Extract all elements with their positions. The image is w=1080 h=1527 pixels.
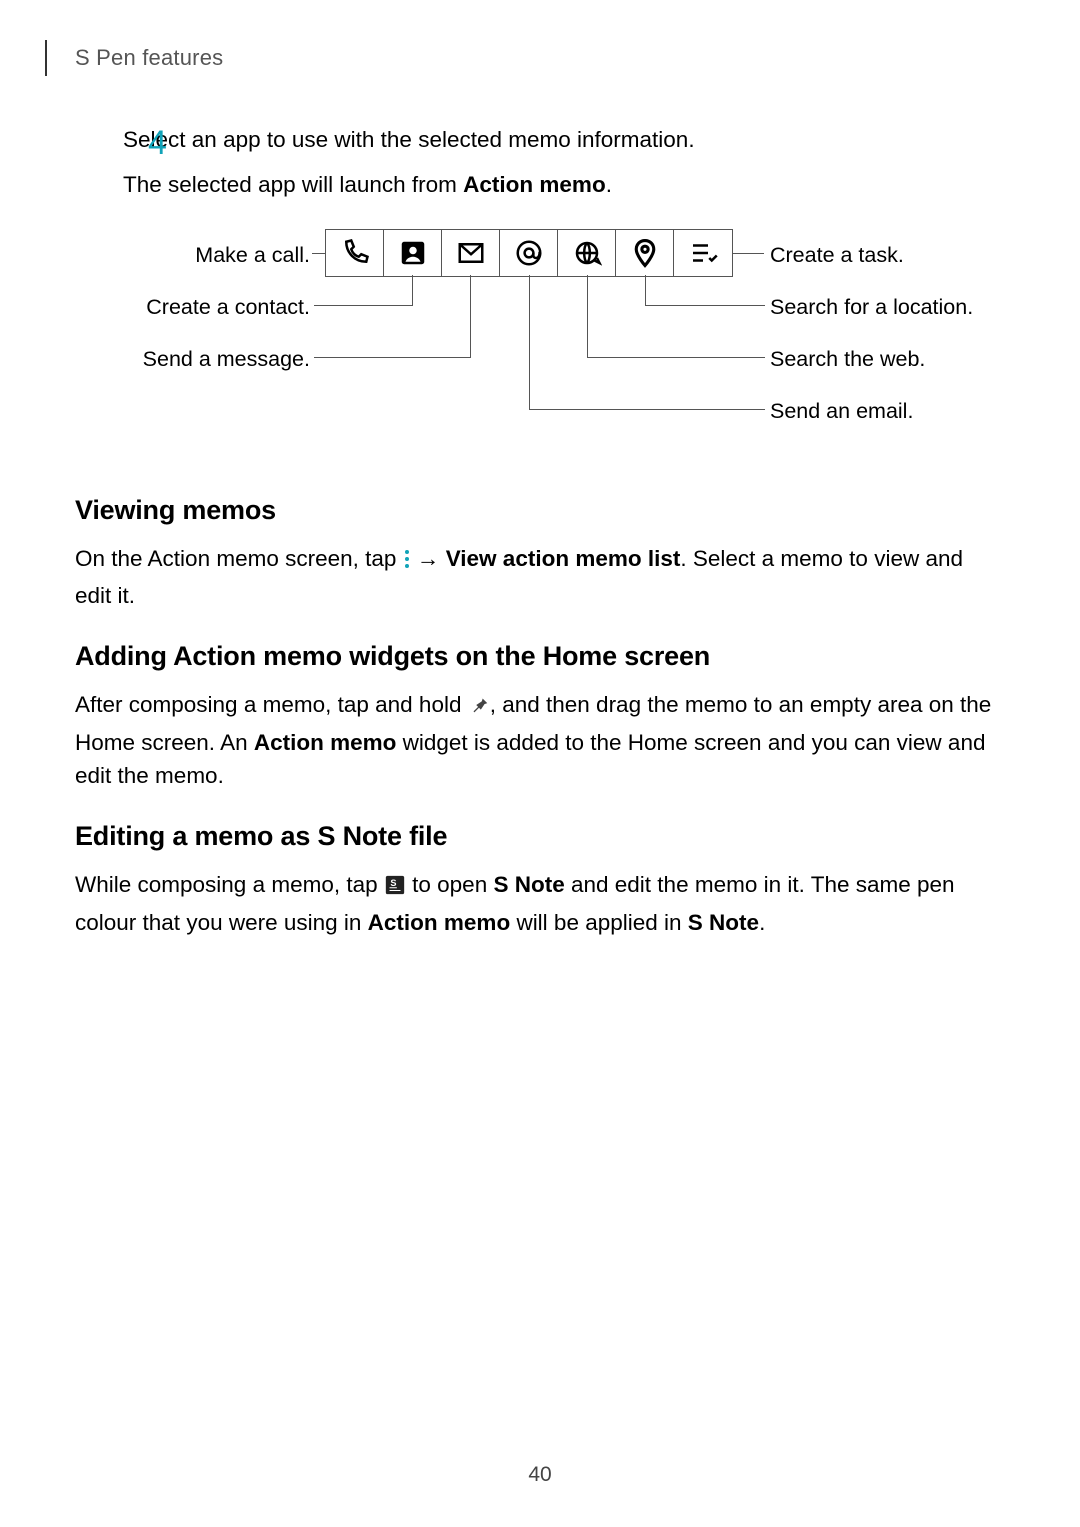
text-part: While composing a memo, tap [75, 872, 384, 897]
text-part: will be applied in [510, 910, 688, 935]
svg-text:S: S [390, 878, 396, 888]
text-part: The selected app will launch from [123, 172, 463, 197]
label-send-email: Send an email. [770, 399, 913, 424]
connector [470, 275, 471, 358]
connector [314, 305, 412, 306]
connector [412, 275, 413, 306]
connector [732, 253, 764, 254]
connector [587, 275, 588, 358]
header-rule [45, 40, 47, 76]
text-bold: S Note [493, 872, 564, 897]
step-line-2: The selected app will launch from Action… [123, 169, 1005, 202]
text-part: On the Action memo screen, tap [75, 546, 403, 571]
text-part: After composing a memo, tap and hold [75, 692, 468, 717]
connector [587, 357, 765, 358]
label-create-contact: Create a contact. [100, 295, 310, 320]
text-part: to open [406, 872, 494, 897]
connector [645, 305, 765, 306]
at-sign-icon [500, 230, 558, 276]
phone-icon [326, 230, 384, 276]
para-viewing-memos: On the Action memo screen, tap → View ac… [75, 542, 1005, 613]
message-icon [442, 230, 500, 276]
pin-icon [468, 692, 490, 726]
heading-adding-widgets: Adding Action memo widgets on the Home s… [75, 641, 1005, 672]
para-editing-snote: While composing a memo, tap S to open S … [75, 868, 1005, 940]
label-search-web: Search the web. [770, 347, 925, 372]
header-title: S Pen features [75, 45, 223, 71]
heading-editing-snote: Editing a memo as S Note file [75, 821, 1005, 852]
label-make-call: Make a call. [140, 243, 310, 268]
step-4: 4 Select an app to use with the selected… [75, 124, 1005, 201]
label-send-message: Send a message. [112, 347, 310, 372]
s-note-icon: S [384, 872, 406, 906]
connector [529, 409, 765, 410]
connector [645, 275, 646, 306]
text-bold: Action memo [368, 910, 511, 935]
toolbar-icons [325, 229, 733, 277]
connector [314, 357, 470, 358]
step-line-1: Select an app to use with the selected m… [123, 124, 1005, 157]
text-part: . [759, 910, 765, 935]
globe-icon [558, 230, 616, 276]
text-part: → [411, 546, 446, 571]
more-options-icon [403, 545, 411, 579]
text-bold: Action memo [463, 172, 606, 197]
text-bold: S Note [688, 910, 759, 935]
contact-icon [384, 230, 442, 276]
page-header: S Pen features [75, 40, 1005, 76]
page-number: 40 [0, 1463, 1080, 1487]
action-memo-toolbar-diagram: Make a call. Create a contact. Send a me… [100, 229, 980, 459]
label-create-task: Create a task. [770, 243, 904, 268]
text-bold: Action memo [254, 730, 397, 755]
location-pin-icon [616, 230, 674, 276]
text-part: . [606, 172, 612, 197]
step-number: 4 [148, 124, 184, 163]
label-search-location: Search for a location. [770, 295, 973, 320]
task-checklist-icon [674, 230, 732, 276]
connector [312, 253, 326, 254]
heading-viewing-memos: Viewing memos [75, 495, 1005, 526]
connector [529, 275, 530, 410]
para-adding-widgets: After composing a memo, tap and hold , a… [75, 688, 1005, 793]
text-bold: View action memo list [446, 546, 681, 571]
